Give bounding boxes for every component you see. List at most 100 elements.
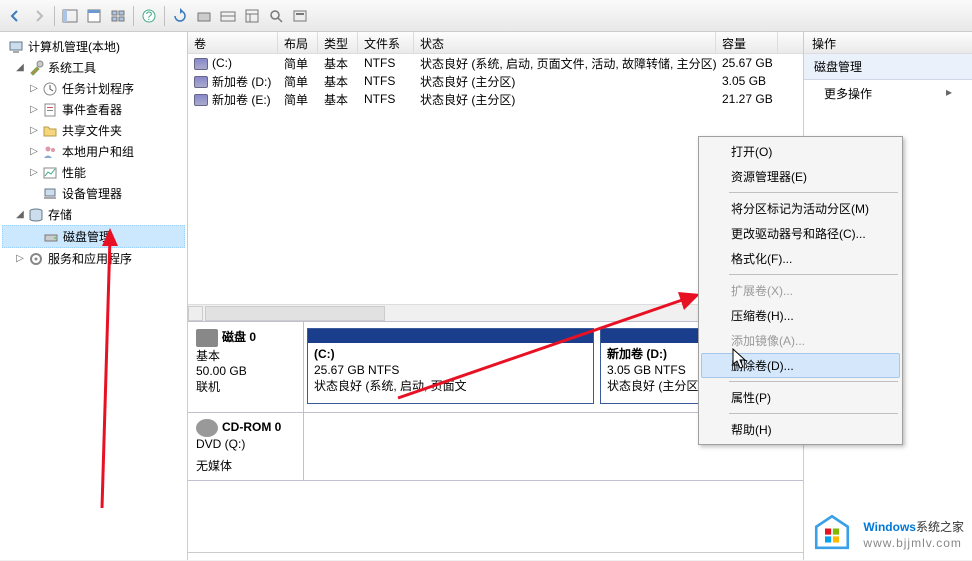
- volume-list-header: 卷 布局 类型 文件系统 状态 容量: [188, 32, 803, 54]
- tree-label: 本地用户和组: [62, 143, 134, 160]
- tree-label: 存储: [48, 206, 72, 223]
- disk-label-panel[interactable]: 磁盘 0 基本 50.00 GB 联机: [188, 322, 304, 412]
- menu-separator: [729, 413, 898, 414]
- collapse-icon[interactable]: ◢: [14, 62, 26, 73]
- menu-help[interactable]: 帮助(H): [701, 417, 900, 442]
- tree-task-scheduler[interactable]: ▷ 任务计划程序: [2, 78, 185, 99]
- show-hide-tree-button[interactable]: [59, 5, 81, 27]
- forward-button[interactable]: [28, 5, 50, 27]
- view-button[interactable]: [107, 5, 129, 27]
- expand-icon[interactable]: ▷: [28, 104, 40, 115]
- col-volume[interactable]: 卷: [188, 32, 278, 53]
- collapse-icon[interactable]: ◢: [14, 209, 26, 220]
- partition-d[interactable]: 新加卷 (D:) 3.05 GB NTFS 状态良好 (主分区): [600, 328, 714, 404]
- volume-icon: [194, 76, 208, 88]
- legend-bar: [188, 552, 803, 560]
- menu-separator: [729, 192, 898, 193]
- toolbar-icon[interactable]: [217, 5, 239, 27]
- tree-services[interactable]: ▷ 服务和应用程序: [2, 248, 185, 269]
- volume-type: 基本: [318, 72, 358, 91]
- expand-icon[interactable]: ▷: [28, 146, 40, 157]
- properties-button[interactable]: [83, 5, 105, 27]
- toolbar-icon[interactable]: [241, 5, 263, 27]
- menu-add-mirror: 添加镜像(A)...: [701, 328, 900, 353]
- volume-status: 状态良好 (主分区): [414, 90, 716, 109]
- separator: [54, 6, 55, 26]
- volume-row[interactable]: 新加卷 (E:) 简单 基本 NTFS 状态良好 (主分区) 21.27 GB: [188, 90, 803, 108]
- tree-system-tools[interactable]: ◢ 系统工具: [2, 57, 185, 78]
- partition-c[interactable]: (C:) 25.67 GB NTFS 状态良好 (系统, 启动, 页面文: [307, 328, 594, 404]
- volume-status: 状态良好 (主分区): [414, 72, 716, 91]
- tree-disk-management[interactable]: 磁盘管理: [2, 225, 185, 248]
- tree-shared-folders[interactable]: ▷ 共享文件夹: [2, 120, 185, 141]
- volume-name: 新加卷 (D:): [212, 75, 271, 89]
- volume-fs: NTFS: [358, 91, 414, 107]
- toolbar-icon[interactable]: [289, 5, 311, 27]
- actions-section[interactable]: 磁盘管理: [804, 54, 972, 80]
- tree-device-manager[interactable]: 设备管理器: [2, 183, 185, 204]
- more-actions[interactable]: 更多操作 ▸: [804, 80, 972, 107]
- tree-label: 任务计划程序: [62, 80, 134, 97]
- disk-icon: [43, 229, 59, 245]
- services-icon: [28, 251, 44, 267]
- scroll-thumb[interactable]: [205, 306, 385, 321]
- search-button[interactable]: [265, 5, 287, 27]
- refresh-button[interactable]: [169, 5, 191, 27]
- performance-icon: [42, 165, 58, 181]
- tree-event-viewer[interactable]: ▷ 事件查看器: [2, 99, 185, 120]
- tree-local-users[interactable]: ▷ 本地用户和组: [2, 141, 185, 162]
- col-capacity[interactable]: 容量: [716, 32, 778, 53]
- menu-change-letter[interactable]: 更改驱动器号和路径(C)...: [701, 221, 900, 246]
- tools-icon: [28, 60, 44, 76]
- partition-size: 25.67 GB NTFS: [314, 363, 399, 377]
- clock-icon: [42, 81, 58, 97]
- scroll-left-button[interactable]: [188, 306, 203, 321]
- toolbar-icon[interactable]: [193, 5, 215, 27]
- menu-separator: [729, 381, 898, 382]
- watermark-text: Windows系统之家 www.bjjmlv.com: [863, 515, 964, 550]
- tree-performance[interactable]: ▷ 性能: [2, 162, 185, 183]
- menu-extend: 扩展卷(X)...: [701, 278, 900, 303]
- actions-section-label: 磁盘管理: [814, 60, 862, 74]
- menu-explorer[interactable]: 资源管理器(E): [701, 164, 900, 189]
- svg-text:?: ?: [146, 9, 153, 23]
- tree-storage[interactable]: ◢ 存储: [2, 204, 185, 225]
- cursor-icon: [732, 348, 750, 375]
- volume-capacity: 3.05 GB: [716, 73, 778, 89]
- expand-icon[interactable]: ▷: [28, 125, 40, 136]
- expand-icon[interactable]: ▷: [28, 167, 40, 178]
- tree-root[interactable]: 计算机管理(本地): [2, 36, 185, 57]
- users-icon: [42, 144, 58, 160]
- separator: [133, 6, 134, 26]
- volume-fs: NTFS: [358, 73, 414, 89]
- volume-row[interactable]: 新加卷 (D:) 简单 基本 NTFS 状态良好 (主分区) 3.05 GB: [188, 72, 803, 90]
- volume-layout: 简单: [278, 90, 318, 109]
- help-button[interactable]: ?: [138, 5, 160, 27]
- partition-size: 3.05 GB NTFS: [607, 363, 686, 377]
- col-type[interactable]: 类型: [318, 32, 358, 53]
- more-actions-label: 更多操作: [824, 87, 872, 101]
- cdrom-drive: DVD (Q:): [196, 437, 295, 451]
- menu-shrink[interactable]: 压缩卷(H)...: [701, 303, 900, 328]
- partition-header: [601, 329, 713, 343]
- expand-icon[interactable]: ▷: [14, 253, 26, 264]
- volume-layout: 简单: [278, 72, 318, 91]
- chevron-right-icon: ▸: [946, 85, 952, 99]
- col-filesystem[interactable]: 文件系统: [358, 32, 414, 53]
- back-button[interactable]: [4, 5, 26, 27]
- menu-delete-volume[interactable]: 删除卷(D)...: [701, 353, 900, 378]
- menu-mark-active[interactable]: 将分区标记为活动分区(M): [701, 196, 900, 221]
- volume-icon: [194, 58, 208, 70]
- cdrom-label-panel[interactable]: CD-ROM 0 DVD (Q:) 无媒体: [188, 413, 304, 480]
- disk-name: 磁盘 0: [222, 330, 256, 344]
- col-status[interactable]: 状态: [414, 32, 716, 53]
- volume-row[interactable]: (C:) 简单 基本 NTFS 状态良好 (系统, 启动, 页面文件, 活动, …: [188, 54, 803, 72]
- menu-properties[interactable]: 属性(P): [701, 385, 900, 410]
- expand-icon[interactable]: ▷: [28, 83, 40, 94]
- col-layout[interactable]: 布局: [278, 32, 318, 53]
- cdrom-icon: [196, 419, 218, 437]
- menu-open[interactable]: 打开(O): [701, 139, 900, 164]
- watermark-brand-prefix: Windows: [863, 520, 916, 534]
- partition-title: (C:): [314, 347, 335, 361]
- menu-format[interactable]: 格式化(F)...: [701, 246, 900, 271]
